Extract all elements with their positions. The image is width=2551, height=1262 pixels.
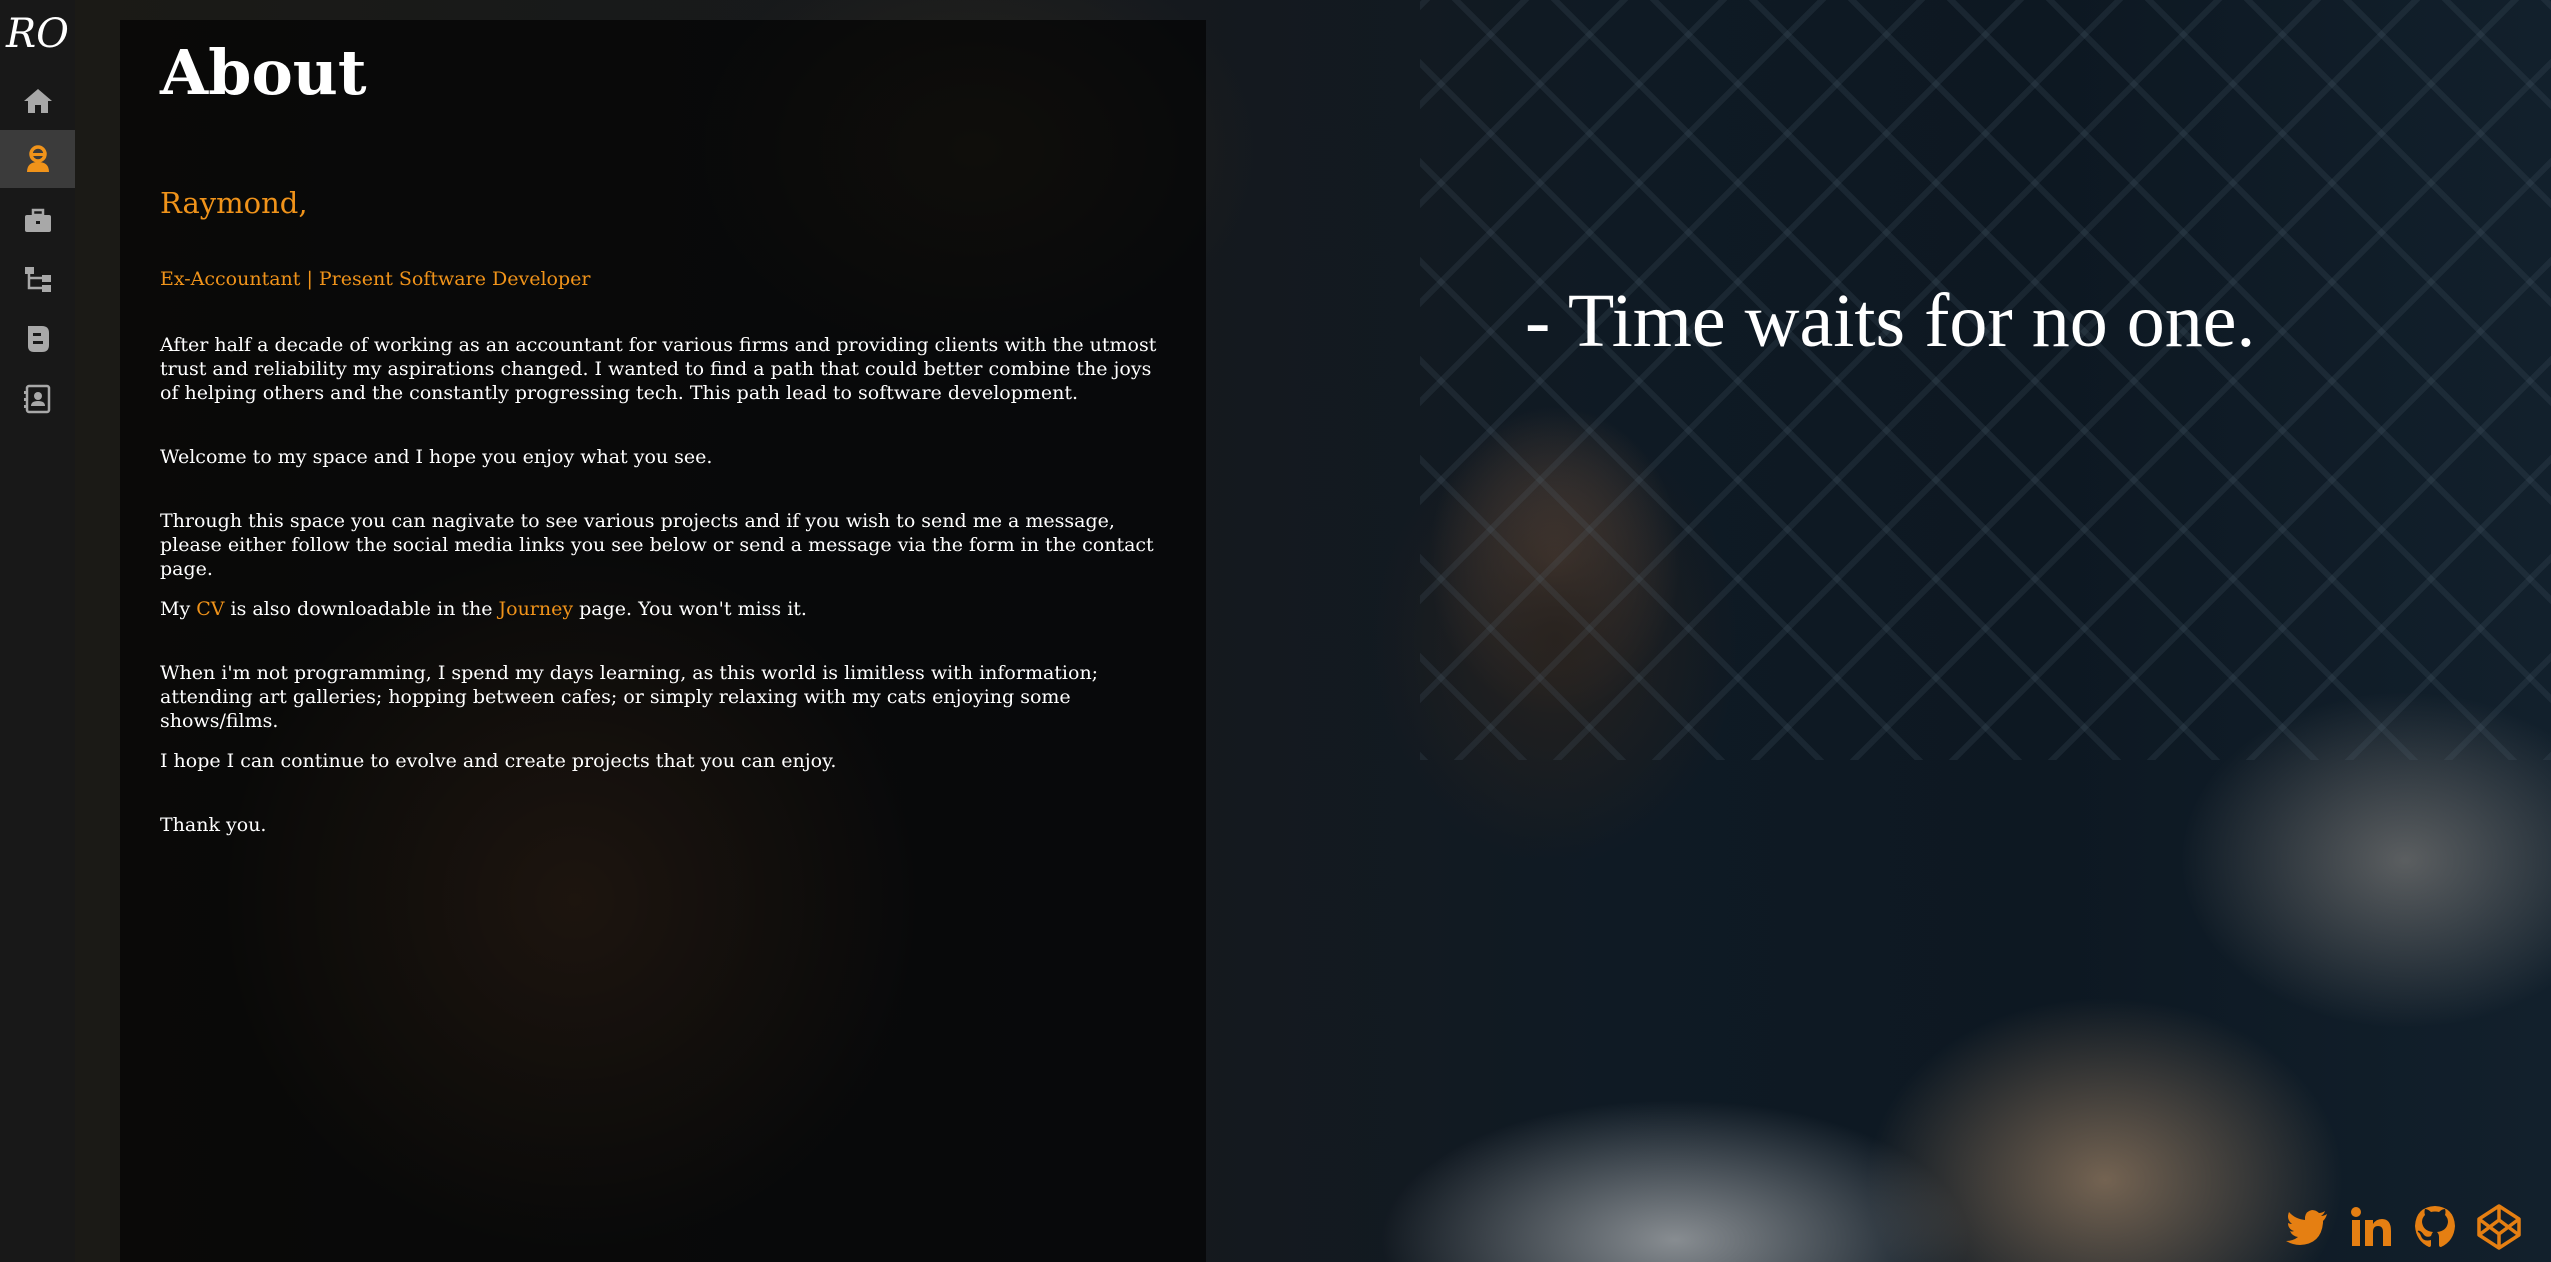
- logo-text: RO: [6, 11, 69, 57]
- journey-link[interactable]: Journey: [499, 598, 574, 620]
- about-paragraph: Thank you.: [160, 814, 267, 836]
- cv-text-after: page. You won't miss it.: [573, 598, 807, 620]
- greeting: Raymond,: [160, 186, 308, 220]
- background-lattice: [1420, 0, 2551, 760]
- github-icon: [2415, 1206, 2455, 1247]
- github-link[interactable]: [2410, 1202, 2460, 1252]
- home-icon: [23, 89, 52, 113]
- about-paragraph: I hope I can continue to evolve and crea…: [160, 750, 837, 772]
- sidebar: RO: [0, 0, 75, 1262]
- cv-link[interactable]: CV: [196, 598, 224, 620]
- sidebar-item-journey[interactable]: [0, 250, 75, 308]
- sidebar-item-about[interactable]: [0, 130, 75, 188]
- about-paragraph: Through this space you can nagivate to s…: [160, 510, 1154, 580]
- page-title: About: [160, 36, 367, 109]
- sidebar-item-blog[interactable]: [0, 310, 75, 368]
- linkedin-icon: [2351, 1207, 2391, 1246]
- site-logo[interactable]: RO: [0, 0, 75, 68]
- codepen-link[interactable]: [2474, 1202, 2524, 1252]
- sidebar-item-work[interactable]: [0, 192, 75, 250]
- about-paragraph: When i'm not programming, I spend my day…: [160, 662, 1099, 732]
- tagline: Ex-Accountant | Present Software Develop…: [160, 268, 591, 290]
- contact-book-icon: [23, 384, 50, 414]
- twitter-icon: [2286, 1210, 2327, 1245]
- twitter-link[interactable]: [2282, 1202, 2332, 1252]
- codepen-icon: [2477, 1204, 2521, 1250]
- sidebar-item-contact[interactable]: [0, 370, 75, 428]
- about-paragraph: Welcome to my space and I hope you enjoy…: [160, 446, 713, 468]
- cv-text-before: My: [160, 598, 197, 620]
- sitemap-icon: [24, 267, 51, 292]
- cv-text-middle: is also downloadable in the: [224, 598, 499, 620]
- linkedin-link[interactable]: [2346, 1202, 2396, 1252]
- user-icon: [26, 145, 49, 172]
- about-paragraph: After half a decade of working as an acc…: [160, 334, 1157, 404]
- sidebar-item-home[interactable]: [0, 72, 75, 130]
- cv-paragraph: My CV is also downloadable in the Journe…: [160, 597, 1170, 621]
- blog-icon: [27, 326, 49, 352]
- quote: - Time waits for no one.: [1525, 279, 2256, 363]
- briefcase-icon: [24, 208, 51, 232]
